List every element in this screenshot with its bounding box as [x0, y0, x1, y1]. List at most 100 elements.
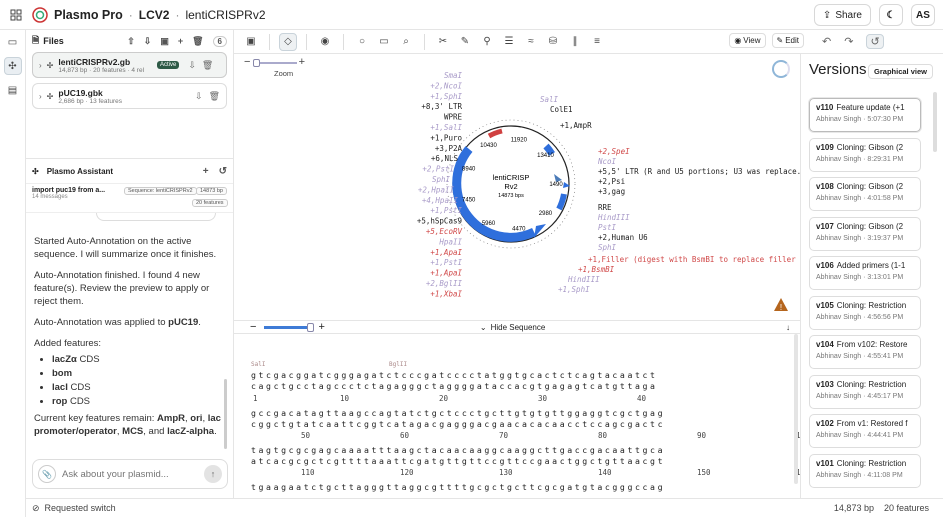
map-label[interactable]: +5,EcoRV	[426, 227, 463, 236]
import-icon[interactable]: ▣	[160, 36, 169, 47]
map-label[interactable]: +1,PstI	[430, 206, 462, 215]
tag-icon[interactable]: ◇	[279, 32, 297, 51]
chat-scrollbar[interactable]	[224, 379, 227, 449]
scroll-down-icon[interactable]: ↓	[786, 323, 790, 332]
map-label[interactable]: HpaII	[438, 237, 462, 246]
sequence-row[interactable]: atcacgcgctcgttttaaattcgatgttgttccgttccga…	[251, 456, 665, 466]
version-item[interactable]: v103 Cloning: Restriction Abhinav Singh · …	[809, 374, 921, 409]
map-label[interactable]: SmaI	[444, 71, 463, 80]
wave-icon[interactable]: ≈	[522, 33, 540, 51]
undo-icon[interactable]: ↶	[822, 35, 831, 48]
version-item[interactable]: v102 From v1: Restored f Abhinav Singh · 4…	[809, 414, 921, 448]
map-label[interactable]: RRE	[598, 203, 612, 212]
map-label[interactable]: +1,PstI	[430, 258, 462, 267]
sequence-row[interactable]: gccgacatagttaagccagtatctgctccctgcttgtgtg…	[251, 408, 665, 418]
map-label[interactable]: +1,SalI	[430, 123, 462, 132]
map-label[interactable]: ColE1	[550, 105, 573, 114]
map-label[interactable]: NcoI	[597, 157, 617, 166]
chart-icon[interactable]: ∥	[566, 33, 584, 51]
new-chat-icon[interactable]: +	[203, 166, 209, 177]
add-file-icon[interactable]: +	[178, 36, 183, 46]
version-item[interactable]: v104 From v102: Restore Abhinav Singh · 4:…	[809, 335, 921, 369]
apps-grid-icon[interactable]	[6, 5, 26, 25]
sequence-row[interactable]: cggctgtatcaattcggtcatagacgagggacgaacacac…	[251, 419, 665, 429]
menu-icon[interactable]: ≡	[588, 33, 606, 51]
trash-icon[interactable]: 🗑	[209, 91, 220, 102]
version-item[interactable]: v108 Cloning: Gibson (2 Abhinav Singh · 4:…	[809, 177, 921, 211]
plasmid-map[interactable]: 119201341014902980447059607450894010430 …	[234, 54, 800, 320]
circular-view-icon[interactable]: ○	[353, 33, 371, 51]
map-label[interactable]: +6,NLS	[431, 154, 459, 163]
file-item[interactable]: › ✢ lentiCRISPRv2.gb 14,873 bp · 20 feat…	[32, 52, 227, 78]
version-item[interactable]: v107 Cloning: Gibson (2 Abhinav Singh · 3:…	[809, 216, 921, 251]
chevron-right-icon[interactable]: ›	[39, 61, 42, 70]
map-label[interactable]: +1,Puro	[430, 133, 462, 142]
view-button[interactable]: ◉ View	[729, 33, 766, 48]
graphical-view-button[interactable]: Graphical view	[868, 64, 933, 79]
sequence-view[interactable]: SalI BglII gtcgacggatcgggagatctcccgatccc…	[234, 334, 800, 498]
trash-icon[interactable]: 🗑	[192, 36, 203, 47]
map-label[interactable]: HindIII	[597, 213, 630, 222]
feature-psi-arrow[interactable]	[554, 174, 562, 182]
map-label[interactable]: +2,Psi	[598, 177, 625, 186]
map-label[interactable]: +1,SphI	[558, 285, 590, 294]
map-label[interactable]: +1,ApaI	[430, 248, 462, 257]
redo-icon[interactable]: ↷	[844, 35, 853, 48]
map-label[interactable]: +1,BsmBI	[578, 265, 615, 274]
map-label[interactable]: SalI	[540, 95, 559, 104]
primer-icon[interactable]: ⚲	[478, 33, 496, 51]
map-label[interactable]: +2,NcoI	[430, 81, 462, 90]
linear-view-icon[interactable]: ▭	[375, 33, 393, 51]
map-label[interactable]: HindIII	[567, 275, 600, 284]
download-icon[interactable]: ⇩	[144, 36, 152, 47]
database-icon[interactable]: ⛁	[544, 33, 562, 51]
version-item[interactable]: v106 Added primers (1-1 Abhinav Singh · 3:…	[809, 256, 921, 290]
theme-toggle-button[interactable]: ☾	[879, 4, 903, 26]
version-item[interactable]: v105 Cloning: Restriction Abhinav Singh · …	[809, 295, 921, 330]
send-button[interactable]: ↑	[204, 465, 222, 483]
warning-icon[interactable]: !	[774, 298, 788, 312]
book-icon[interactable]: ▤	[4, 81, 22, 99]
file-item[interactable]: › ✢ pUC19.gbk 2,686 bp · 13 features ⇩ 🗑	[32, 83, 227, 109]
eye-icon[interactable]: ◉	[316, 33, 334, 51]
trash-icon[interactable]: 🗑	[202, 60, 213, 71]
download-icon[interactable]: ⇩	[188, 60, 196, 71]
folder-icon[interactable]: ▭	[4, 33, 22, 51]
version-item[interactable]: v110 Feature update (+1 Abhinav Singh · 5:…	[809, 98, 921, 132]
sequence-zoom-handle[interactable]	[307, 322, 315, 332]
chevron-right-icon[interactable]: ›	[39, 92, 42, 101]
avatar[interactable]: AS	[911, 4, 935, 26]
map-label[interactable]: PstI	[598, 223, 617, 232]
map-label[interactable]: +5,5' LTR (R and U5 portions; U3 was rep…	[598, 167, 800, 176]
map-label[interactable]: +3,gag	[598, 187, 625, 196]
history-icon[interactable]: ↺	[866, 34, 884, 49]
version-item[interactable]: v101 Cloning: Restriction Abhinav Singh · …	[809, 453, 921, 488]
map-label[interactable]: +1,AmpR	[560, 121, 592, 130]
map-label[interactable]: +2,PstI	[422, 165, 454, 174]
zoom-out-icon[interactable]: −	[250, 321, 256, 333]
dropper-icon[interactable]: ✎	[456, 33, 474, 51]
sequence-row[interactable]: cagctgcctagccctctagagggctaggggataccacgtg…	[251, 381, 658, 391]
sequence-row[interactable]: tgaagaatctgcttagggttaggcgttttgcgctgcttcg…	[251, 482, 665, 492]
map-label[interactable]: +2,HpaII	[418, 185, 455, 194]
chat-input[interactable]	[62, 468, 192, 480]
version-item[interactable]: v109 Cloning: Gibson (2 Abhinav Singh · 8:…	[809, 137, 921, 172]
map-label[interactable]: +2,Human U6	[598, 233, 648, 242]
sequence-zoom-slider[interactable]	[264, 322, 315, 332]
upload-icon[interactable]: ⇧	[127, 36, 135, 47]
map-label[interactable]: +3,P2A	[435, 144, 463, 153]
project-name[interactable]: LCV2	[139, 8, 170, 22]
map-label[interactable]: +2,SpeI	[598, 147, 630, 156]
zoom-in-icon[interactable]: +	[318, 321, 324, 333]
map-label[interactable]: +8,3' LTR	[421, 102, 462, 111]
conversation-header[interactable]: import puc19 from a... 14 messages Seque…	[26, 183, 233, 213]
sequence-row[interactable]: gtcgacggatcgggagatctcccgatcccctatggtgcac…	[251, 370, 658, 380]
map-label[interactable]: +1,XbaI	[430, 289, 462, 298]
history-icon[interactable]: ↺	[219, 166, 227, 177]
versions-scrollbar[interactable]	[933, 92, 937, 152]
scissors-icon[interactable]: ✂	[434, 33, 452, 51]
document-name[interactable]: lentiCRISPRv2	[185, 8, 265, 22]
save-icon[interactable]: ▣	[242, 33, 260, 51]
sequence-scrollbar[interactable]	[794, 334, 798, 484]
hide-sequence-button[interactable]: ⌄ Hide Sequence	[480, 323, 545, 332]
